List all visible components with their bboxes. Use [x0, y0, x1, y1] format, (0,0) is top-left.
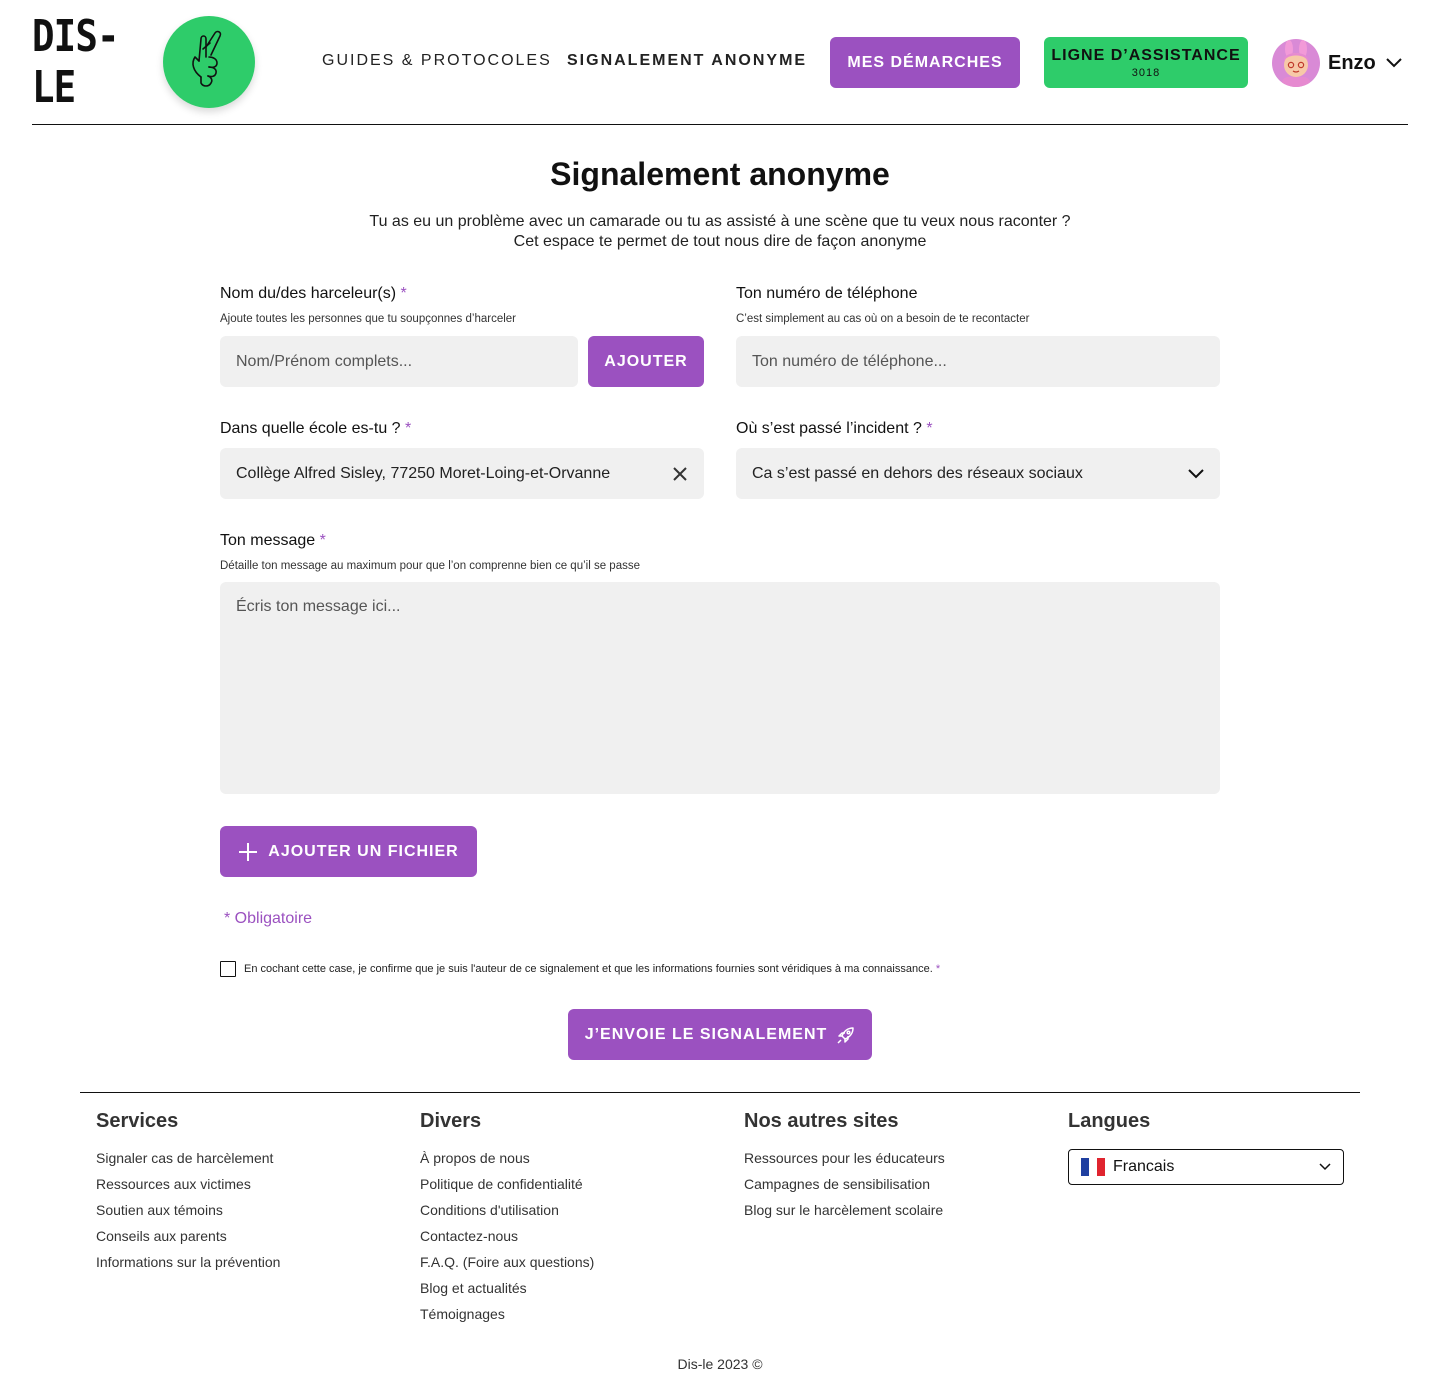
message-hint: Détaille ton message au maximum pour que… — [220, 560, 640, 572]
footer-link[interactable]: Blog et actualités — [420, 1279, 594, 1305]
nav-guides-protocoles[interactable]: GUIDES & PROTOCOLES — [322, 52, 552, 70]
chevron-down-icon — [1188, 468, 1204, 479]
chevron-down-icon — [1386, 58, 1402, 68]
footer-divider — [80, 1092, 1360, 1093]
footer-langues-title: Langues — [1068, 1110, 1151, 1132]
add-file-button[interactable]: AJOUTER UN FICHIER — [220, 826, 477, 877]
user-name: Enzo — [1328, 51, 1376, 74]
logo[interactable]: DIS-LE — [32, 11, 255, 113]
avatar — [1272, 39, 1320, 87]
ecole-value: Collège Alfred Sisley, 77250 Moret-Loing… — [236, 464, 611, 482]
add-file-label: AJOUTER UN FICHIER — [268, 842, 459, 860]
harceleur-name-input[interactable]: Nom/Prénom complets... — [220, 336, 578, 387]
ajouter-harceleur-button[interactable]: AJOUTER — [588, 336, 704, 387]
footer-divers: Divers À propos de nous Politique de con… — [420, 1110, 594, 1331]
incident-value: Ca s’est passé en dehors des réseaux soc… — [752, 464, 1083, 482]
footer-autres-sites-title: Nos autres sites — [744, 1110, 899, 1132]
confirm-row: En cochant cette case, je confirme que j… — [220, 961, 940, 977]
copyright: Dis-le 2023 © — [677, 1356, 763, 1372]
crossed-fingers-icon — [163, 16, 255, 108]
submit-signalement-button[interactable]: J’ENVOIE LE SIGNALEMENT — [568, 1009, 872, 1060]
page-title: Signalement anonyme — [550, 156, 890, 192]
assistance-label: LIGNE D’ASSISTANCE — [1051, 46, 1241, 64]
france-flag-icon — [1081, 1158, 1105, 1176]
footer-link[interactable]: Conseils aux parents — [96, 1227, 280, 1253]
footer-langues: Langues — [1068, 1110, 1150, 1149]
footer-services-title: Services — [96, 1110, 179, 1132]
footer-link[interactable]: Contactez-nous — [420, 1227, 594, 1253]
submit-label: J’ENVOIE LE SIGNALEMENT — [584, 1025, 828, 1043]
footer-link[interactable]: Blog sur le harcèlement scolaire — [744, 1201, 945, 1227]
footer-link[interactable]: Conditions d'utilisation — [420, 1201, 594, 1227]
language-value: Francais — [1113, 1158, 1175, 1175]
footer-link[interactable]: Soutien aux témoins — [96, 1201, 280, 1227]
telephone-label: Ton numéro de téléphone — [736, 285, 918, 302]
telephone-hint: C’est simplement au cas où on a besoin d… — [736, 313, 1030, 325]
mes-demarches-button[interactable]: MES DÉMARCHES — [830, 37, 1020, 88]
harceleur-name-placeholder: Nom/Prénom complets... — [236, 352, 413, 370]
subtitle-line-1: Tu as eu un problème avec un camarade ou… — [369, 213, 1071, 230]
incident-select[interactable]: Ca s’est passé en dehors des réseaux soc… — [736, 448, 1220, 499]
footer-link[interactable]: Ressources aux victimes — [96, 1175, 280, 1201]
plus-icon — [238, 842, 258, 862]
footer-link[interactable]: Signaler cas de harcèlement — [96, 1149, 280, 1175]
page-subtitle: Tu as eu un problème avec un camarade ou… — [0, 212, 1440, 252]
language-select[interactable]: Francais — [1068, 1149, 1344, 1185]
footer-link[interactable]: Informations sur la prévention — [96, 1253, 280, 1279]
footer-services: Services Signaler cas de harcèlement Res… — [96, 1110, 280, 1279]
telephone-input[interactable]: Ton numéro de téléphone... — [736, 336, 1220, 387]
subtitle-line-2: Cet espace te permet de tout nous dire d… — [513, 233, 927, 250]
footer-link[interactable]: Témoignages — [420, 1305, 594, 1331]
harceleurs-hint: Ajoute toutes les personnes que tu soupç… — [220, 313, 517, 325]
site-header: DIS-LE GUIDES & PROTOCOLES SIGNALEMENT A… — [32, 0, 1408, 125]
message-label: Ton message * — [220, 532, 326, 549]
footer-divers-title: Divers — [420, 1110, 482, 1132]
footer-link[interactable]: Politique de confidentialité — [420, 1175, 594, 1201]
logo-text: DIS-LE — [32, 11, 120, 113]
message-placeholder: Écris ton message ici... — [236, 598, 401, 615]
footer-autres-sites: Nos autres sites Ressources pour les édu… — [744, 1110, 945, 1227]
confirm-label: En cochant cette case, je confirme que j… — [244, 963, 941, 975]
chevron-down-icon — [1319, 1163, 1331, 1171]
telephone-placeholder: Ton numéro de téléphone... — [752, 352, 947, 370]
footer-link[interactable]: Campagnes de sensibilisation — [744, 1175, 945, 1201]
clear-icon[interactable] — [672, 466, 688, 482]
ecole-label: Dans quelle école es-tu ? * — [220, 420, 412, 437]
message-textarea[interactable]: Écris ton message ici... — [220, 582, 1220, 794]
footer-link[interactable]: F.A.Q. (Foire aux questions) — [420, 1253, 594, 1279]
footer-link[interactable]: À propos de nous — [420, 1149, 594, 1175]
ligne-assistance-button[interactable]: LIGNE D’ASSISTANCE 3018 — [1044, 37, 1248, 88]
rocket-icon — [837, 1026, 855, 1044]
nav-signalement-anonyme[interactable]: SIGNALEMENT ANONYME — [567, 52, 807, 70]
obligatoire-note: * Obligatoire — [224, 910, 313, 927]
footer-link[interactable]: Ressources pour les éducateurs — [744, 1149, 945, 1175]
assistance-number: 3018 — [1131, 66, 1161, 79]
confirm-checkbox[interactable] — [220, 961, 236, 977]
user-menu[interactable]: Enzo — [1272, 39, 1402, 87]
incident-label: Où s’est passé l’incident ? * — [736, 420, 933, 437]
harceleurs-label: Nom du/des harceleur(s) * — [220, 285, 407, 302]
ecole-field[interactable]: Collège Alfred Sisley, 77250 Moret-Loing… — [220, 448, 704, 499]
